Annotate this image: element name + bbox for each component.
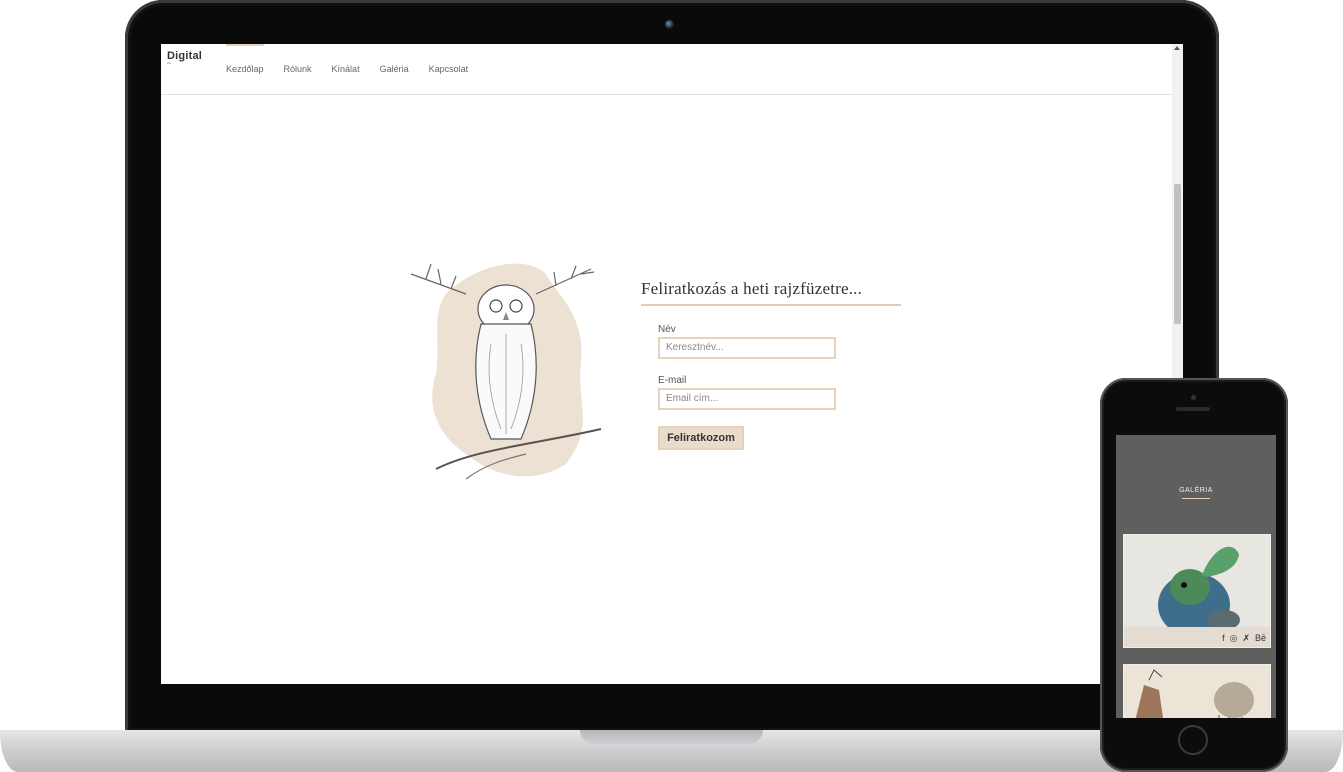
owl-illustration (410, 263, 602, 480)
phone-camera-icon (1191, 395, 1196, 400)
camera-icon (665, 20, 674, 29)
deviantart-icon[interactable]: ✗ (1242, 633, 1250, 644)
phone-speaker (1176, 407, 1210, 411)
gallery-title: GALÉRIA (1179, 487, 1213, 494)
email-input[interactable]: Email cím... (658, 388, 836, 410)
laptop-screen: Digital art Kezdőlap Rólunk Kínálat Galé… (161, 44, 1183, 684)
main-nav: Kezdőlap Rólunk Kínálat Galéria Kapcsola… (226, 44, 488, 94)
facebook-icon[interactable]: f (1222, 633, 1225, 644)
nav-item-gallery[interactable]: Galéria (380, 44, 409, 94)
social-links: f ◎ ✗ Bē (1222, 633, 1266, 644)
scroll-up-icon[interactable] (1174, 46, 1180, 50)
nav-item-contact[interactable]: Kapcsolat (429, 44, 469, 94)
behance-icon[interactable]: Bē (1255, 633, 1266, 644)
logo-text: Digital (167, 50, 203, 62)
name-label: Név (658, 324, 676, 335)
nav-item-home[interactable]: Kezdőlap (226, 44, 264, 94)
phone-home-button[interactable] (1178, 725, 1208, 755)
site-logo[interactable]: Digital art (167, 50, 202, 65)
instagram-icon[interactable]: ◎ (1230, 633, 1238, 644)
subscribe-button[interactable]: Feliratkozom (658, 426, 744, 450)
phone-screen: GALÉRIA f ◎ ✗ Bē (1116, 435, 1276, 718)
gallery-image-sketches[interactable] (1123, 664, 1271, 718)
site-header: Digital art Kezdőlap Rólunk Kínálat Galé… (161, 44, 1172, 95)
phone-frame: GALÉRIA f ◎ ✗ Bē (1100, 378, 1288, 772)
gallery-image-creature[interactable]: f ◎ ✗ Bē (1123, 534, 1271, 648)
creature-artwork (1124, 535, 1270, 647)
laptop-notch (580, 730, 763, 744)
nav-item-about[interactable]: Rólunk (284, 44, 312, 94)
newsletter-title: Feliratkozás a heti rajzfüzetre... (641, 279, 863, 298)
title-underline (641, 304, 901, 306)
email-label: E-mail (658, 375, 687, 386)
nav-item-offer[interactable]: Kínálat (332, 44, 360, 94)
sketch-artwork (1124, 665, 1270, 718)
gallery-title-underline (1182, 498, 1210, 499)
scroll-thumb[interactable] (1174, 184, 1181, 324)
name-input[interactable]: Keresztnév... (658, 337, 836, 359)
